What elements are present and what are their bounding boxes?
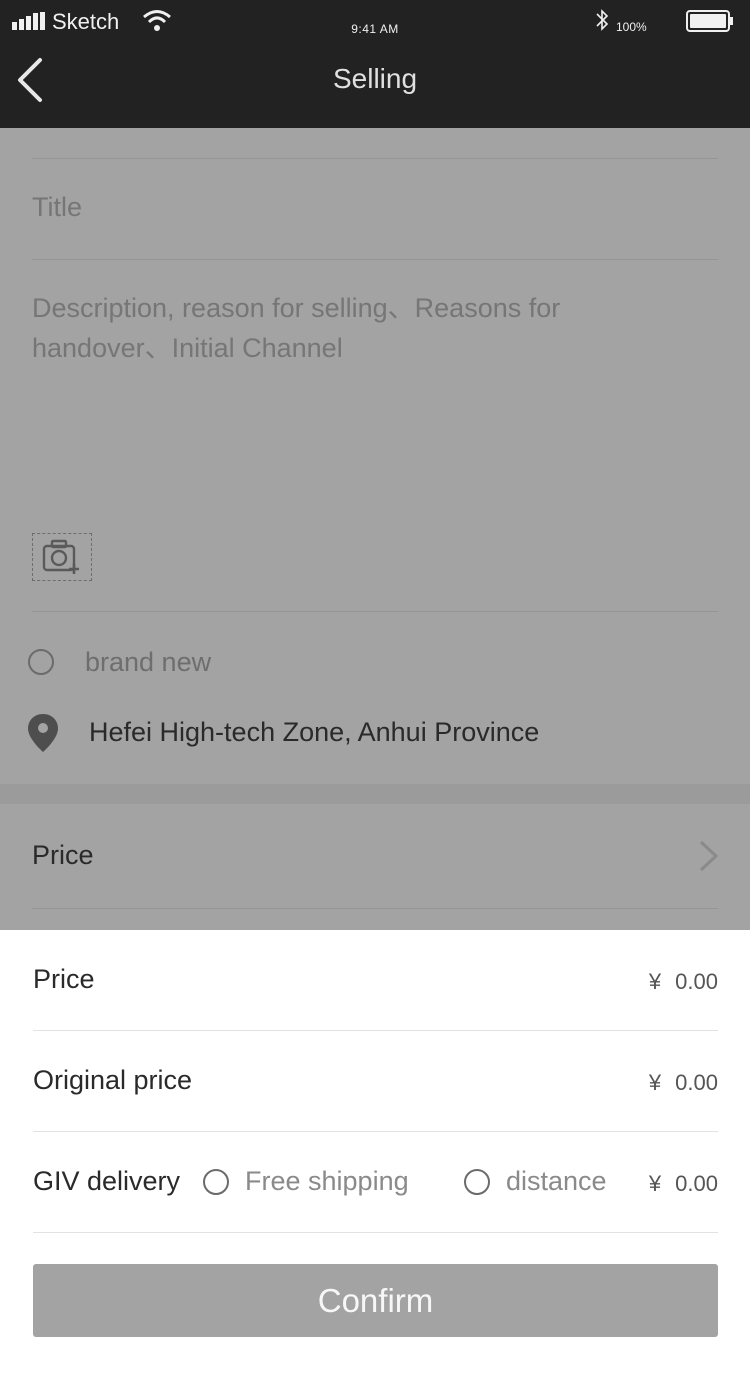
delivery-label: GIV delivery bbox=[33, 1166, 181, 1196]
bluetooth-icon bbox=[596, 9, 609, 31]
status-bar: Sketch 9:41 AM 100% bbox=[0, 0, 750, 44]
divider bbox=[33, 1030, 718, 1031]
divider bbox=[32, 611, 718, 612]
price-input[interactable]: ¥0.00 bbox=[649, 969, 718, 995]
delivery-currency: ¥ bbox=[648, 1171, 662, 1196]
distance-label: distance bbox=[506, 1166, 607, 1196]
battery-percent: 100% bbox=[616, 20, 647, 34]
camera-plus-icon bbox=[42, 539, 79, 574]
price-sheet: Price ¥0.00 Original price ¥0.00 GIV del… bbox=[0, 930, 750, 1386]
selling-form: Title Description, reason for selling、Re… bbox=[0, 128, 750, 930]
map-pin-icon bbox=[28, 714, 58, 752]
price-label: Price bbox=[33, 964, 95, 994]
divider bbox=[33, 1131, 718, 1132]
divider bbox=[32, 908, 718, 909]
add-photo-button[interactable] bbox=[32, 533, 92, 581]
brand-new-radio[interactable] bbox=[28, 649, 54, 675]
original-price-value: 0.00 bbox=[675, 1070, 718, 1095]
confirm-button[interactable]: Confirm bbox=[33, 1264, 718, 1337]
divider bbox=[32, 259, 718, 260]
original-price-currency: ¥ bbox=[648, 1070, 662, 1095]
page-title: Selling bbox=[332, 63, 418, 94]
price-value: 0.00 bbox=[675, 969, 718, 994]
top-bar: Sketch 9:41 AM 100% Selling bbox=[0, 0, 750, 128]
price-row-label[interactable]: Price bbox=[32, 840, 94, 871]
divider bbox=[33, 1232, 718, 1233]
delivery-value: 0.00 bbox=[675, 1171, 718, 1196]
section-separator bbox=[0, 784, 750, 804]
price-currency: ¥ bbox=[648, 969, 662, 994]
description-input[interactable]: Description, reason for selling、Reasons … bbox=[32, 288, 672, 368]
original-price-input[interactable]: ¥0.00 bbox=[649, 1070, 718, 1096]
delivery-fee-input[interactable]: ¥0.00 bbox=[649, 1171, 718, 1197]
battery-icon bbox=[686, 10, 733, 32]
distance-radio[interactable] bbox=[464, 1169, 490, 1195]
chevron-right-icon[interactable] bbox=[698, 839, 720, 873]
title-input[interactable]: Title bbox=[32, 192, 82, 223]
free-shipping-radio[interactable] bbox=[203, 1169, 229, 1195]
divider bbox=[32, 158, 718, 159]
free-shipping-label: Free shipping bbox=[245, 1166, 409, 1196]
location-text[interactable]: Hefei High-tech Zone, Anhui Province bbox=[89, 717, 539, 748]
brand-new-label: brand new bbox=[85, 647, 212, 677]
original-price-label: Original price bbox=[33, 1065, 193, 1095]
